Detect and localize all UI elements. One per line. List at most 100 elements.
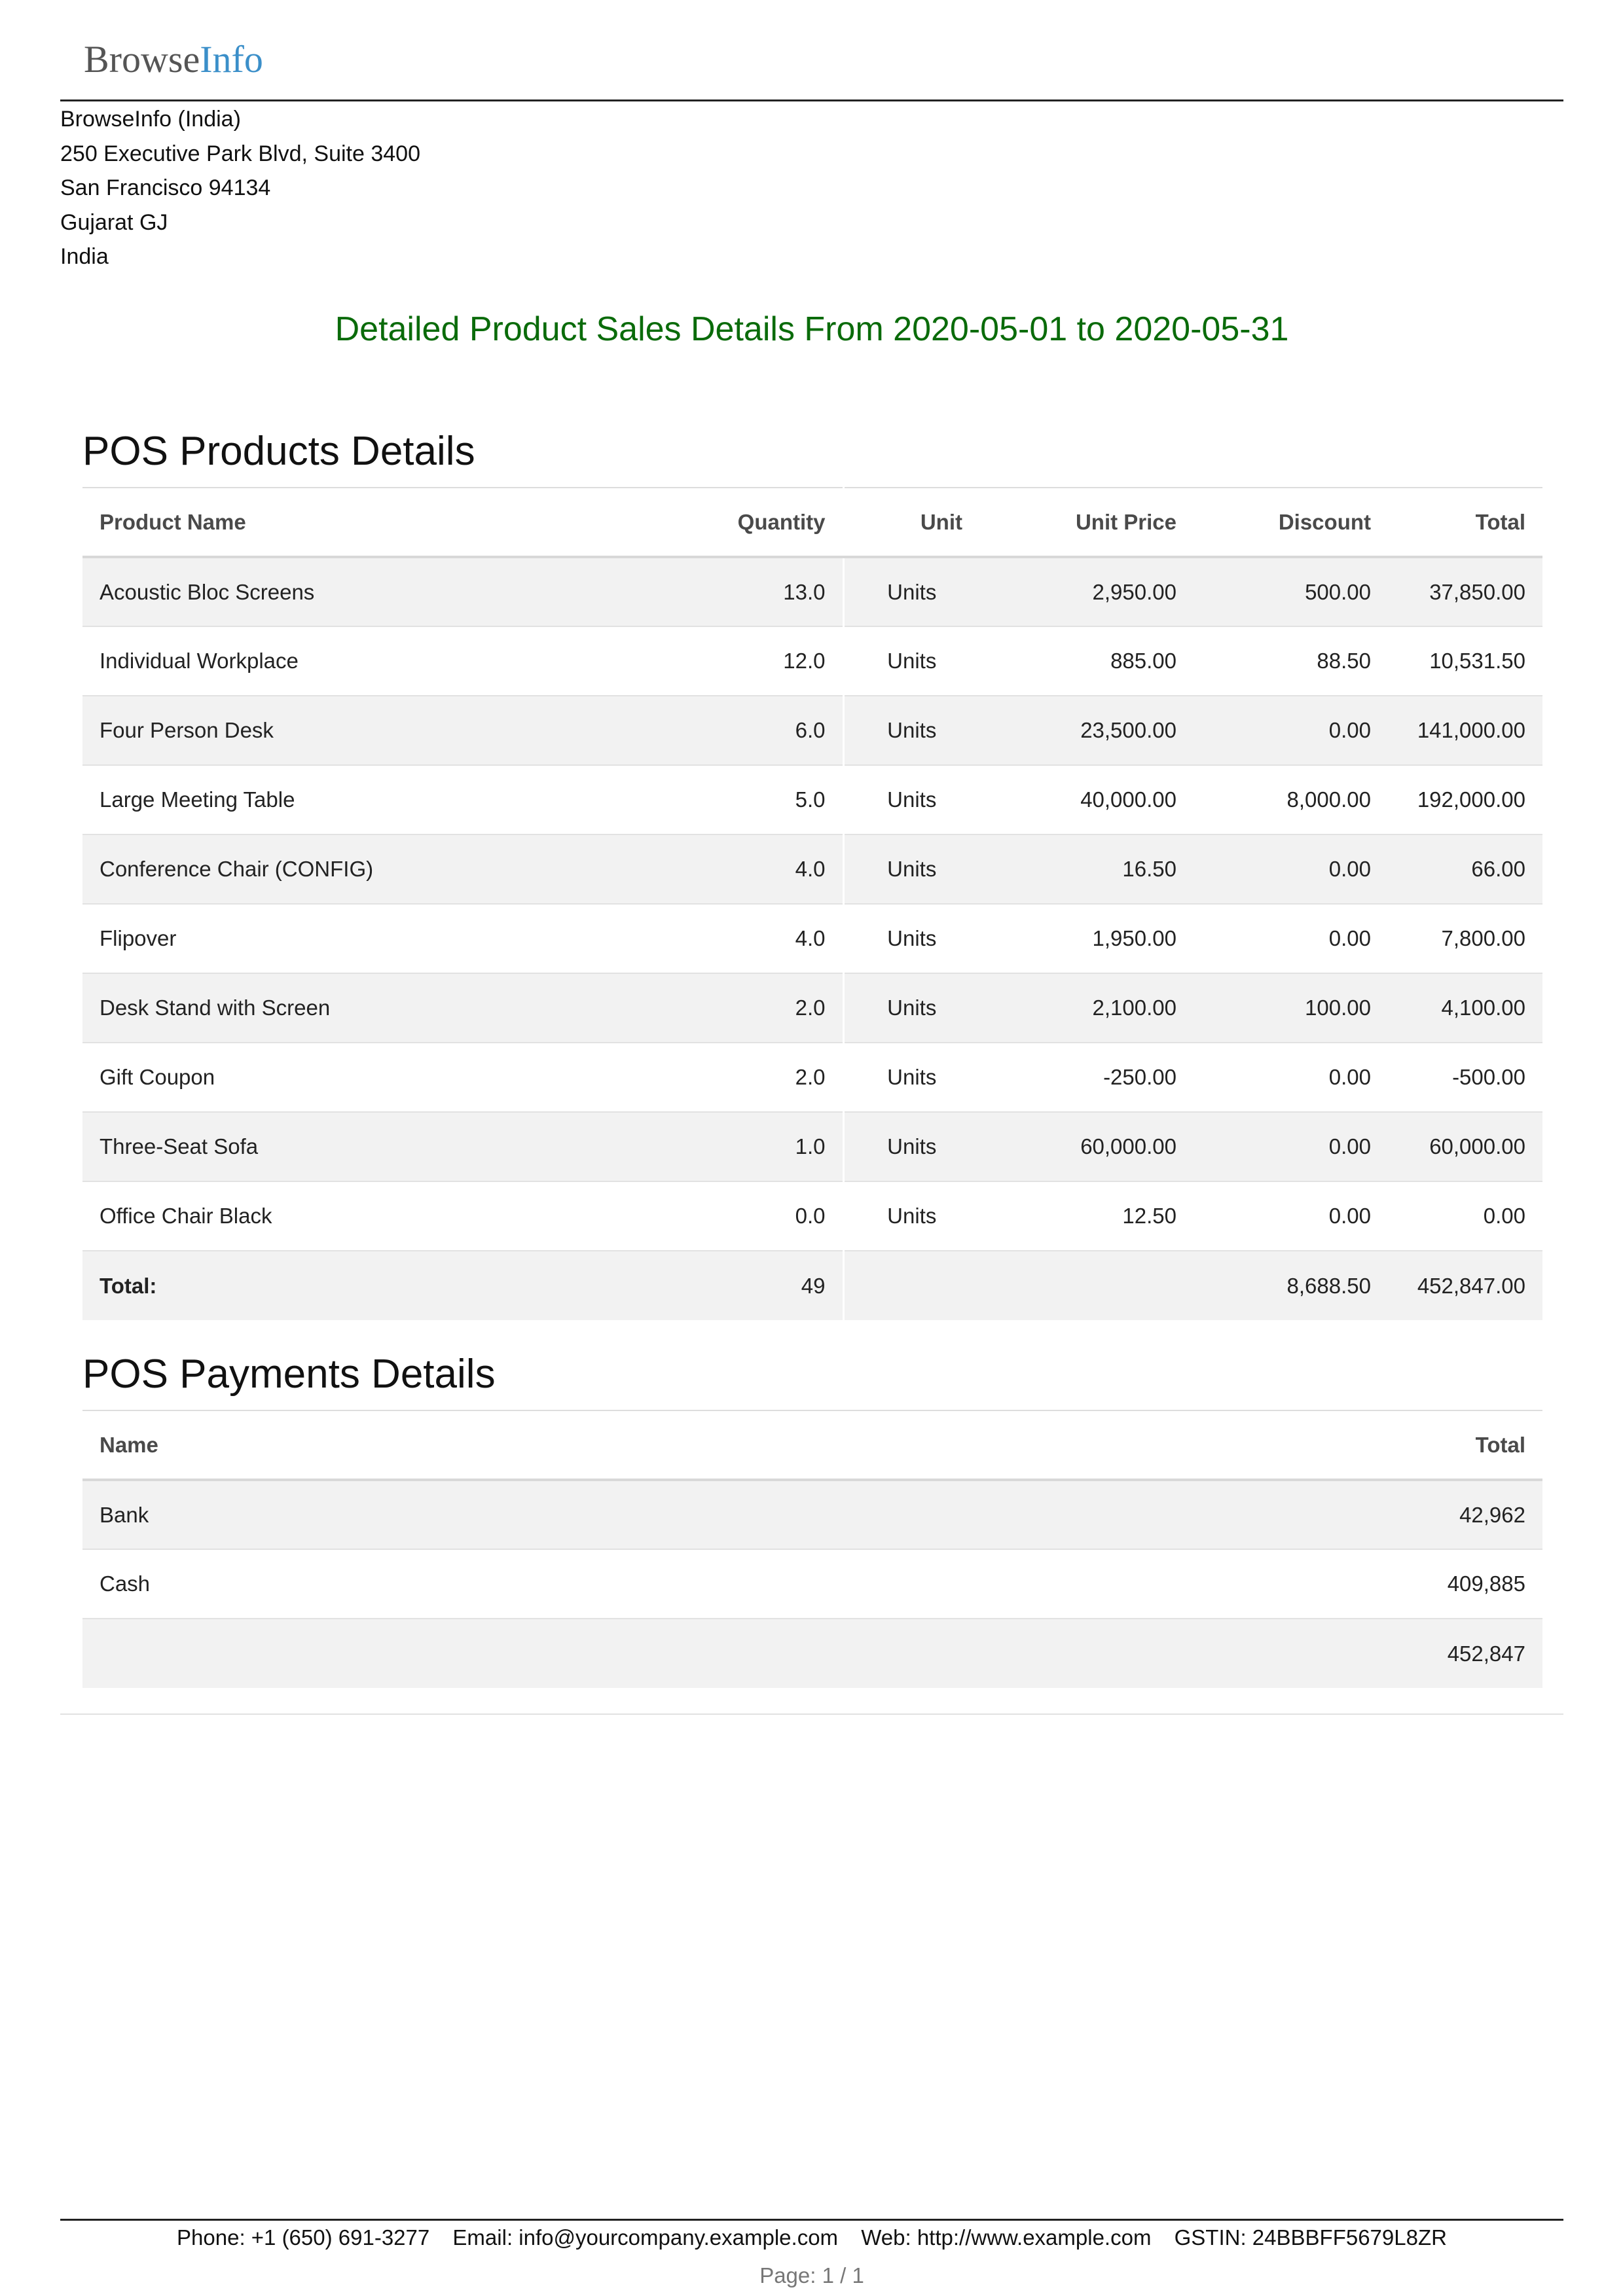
quantity-cell: 12.0 — [626, 626, 843, 696]
page-number: Page: 1 / 1 — [759, 2263, 864, 2287]
total-unit-cell-empty — [842, 1250, 979, 1320]
quantity-cell: 5.0 — [626, 764, 843, 834]
quantity-cell: 2.0 — [626, 973, 843, 1043]
total-cell: 192,000.00 — [1388, 764, 1542, 834]
unit-cell: Units — [842, 1042, 979, 1112]
products-total-row: Total: 49 8,688.50 452,847.00 — [82, 1250, 1542, 1320]
column-header-product-name: Product Name — [82, 487, 626, 558]
address-line-street: 250 Executive Park Blvd, Suite 3400 — [60, 141, 420, 166]
quantity-cell: 4.0 — [626, 903, 843, 973]
table-row: Acoustic Bloc Screens 13.0 Units 2,950.0… — [82, 556, 1542, 626]
total-cell: 0.00 — [1388, 1181, 1542, 1251]
unit-cell: Units — [842, 1181, 979, 1251]
unit-cell: Units — [842, 834, 979, 904]
unit-cell: Units — [842, 973, 979, 1043]
footer-gstin: GSTIN: 24BBBFF5679L8ZR — [1174, 2225, 1447, 2250]
product-name-cell: Gift Coupon — [82, 1042, 626, 1112]
table-row: Large Meeting Table 5.0 Units 40,000.00 … — [82, 764, 1542, 834]
column-header-payment-name: Name — [82, 1410, 934, 1481]
quantity-cell: 6.0 — [626, 695, 843, 765]
quantity-cell: 0.0 — [626, 1181, 843, 1251]
address-line-city: San Francisco 94134 — [60, 175, 271, 200]
unit-price-cell: 60,000.00 — [979, 1111, 1194, 1181]
discount-cell: 0.00 — [1194, 1042, 1388, 1112]
unit-price-cell: 1,950.00 — [979, 903, 1194, 973]
unit-cell: Units — [842, 1111, 979, 1181]
footer-email: Email: info@yourcompany.example.com — [452, 2225, 839, 2250]
discount-cell: 0.00 — [1194, 695, 1388, 765]
table-row: Three-Seat Sofa 1.0 Units 60,000.00 0.00… — [82, 1111, 1542, 1181]
total-discount-cell: 8,688.50 — [1194, 1250, 1388, 1320]
unit-price-cell: 23,500.00 — [979, 695, 1194, 765]
unit-cell: Units — [842, 903, 979, 973]
quantity-cell: 4.0 — [626, 834, 843, 904]
column-header-payment-total: Total — [934, 1410, 1542, 1481]
address-line-state: Gujarat GJ — [60, 209, 168, 235]
payment-method-cell: Cash — [82, 1549, 934, 1619]
total-unit-price-cell-empty — [979, 1250, 1194, 1320]
total-cell: 10,531.50 — [1388, 626, 1542, 696]
table-row: Conference Chair (CONFIG) 4.0 Units 16.5… — [82, 834, 1542, 904]
product-name-cell: Office Chair Black — [82, 1181, 626, 1251]
discount-cell: 0.00 — [1194, 903, 1388, 973]
discount-cell: 0.00 — [1194, 1181, 1388, 1251]
unit-price-cell: -250.00 — [979, 1042, 1194, 1112]
report-title: Detailed Product Sales Details From 2020… — [335, 310, 1289, 348]
column-header-total: Total — [1388, 487, 1542, 558]
table-row: 452,847 — [82, 1618, 1542, 1688]
total-cell: 37,850.00 — [1388, 556, 1542, 626]
unit-price-cell: 16.50 — [979, 834, 1194, 904]
discount-cell: 0.00 — [1194, 834, 1388, 904]
unit-price-cell: 12.50 — [979, 1181, 1194, 1251]
grand-total-cell: 452,847.00 — [1388, 1250, 1542, 1320]
company-address: BrowseInfo (India) 250 Executive Park Bl… — [60, 102, 420, 274]
discount-cell: 100.00 — [1194, 973, 1388, 1043]
payment-total-cell: 42,962 — [934, 1479, 1542, 1549]
payments-grand-total-cell: 452,847 — [934, 1618, 1542, 1688]
payment-total-cell: 409,885 — [934, 1549, 1542, 1619]
company-logo: BrowseInfo — [84, 37, 263, 82]
product-name-cell: Individual Workplace — [82, 626, 626, 696]
logo-text-part2: Info — [200, 38, 263, 81]
product-name-cell: Conference Chair (CONFIG) — [82, 834, 626, 904]
payment-method-cell — [82, 1618, 934, 1688]
total-cell: 4,100.00 — [1388, 973, 1542, 1043]
column-header-quantity: Quantity — [626, 487, 843, 558]
total-cell: 141,000.00 — [1388, 695, 1542, 765]
total-label: Total: — [82, 1250, 626, 1320]
quantity-cell: 1.0 — [626, 1111, 843, 1181]
total-cell: 7,800.00 — [1388, 903, 1542, 973]
discount-cell: 0.00 — [1194, 1111, 1388, 1181]
total-cell: 66.00 — [1388, 834, 1542, 904]
discount-cell: 88.50 — [1194, 626, 1388, 696]
content-end-divider — [60, 1713, 1563, 1715]
product-name-cell: Four Person Desk — [82, 695, 626, 765]
unit-price-cell: 40,000.00 — [979, 764, 1194, 834]
quantity-cell: 13.0 — [626, 556, 843, 626]
table-row: Bank 42,962 — [82, 1479, 1542, 1549]
table-row: Individual Workplace 12.0 Units 885.00 8… — [82, 626, 1542, 696]
address-line-country: India — [60, 244, 109, 269]
column-header-discount: Discount — [1194, 487, 1388, 558]
total-quantity-cell: 49 — [626, 1250, 843, 1320]
footer-divider — [60, 2219, 1563, 2221]
unit-price-cell: 885.00 — [979, 626, 1194, 696]
table-row: Desk Stand with Screen 2.0 Units 2,100.0… — [82, 973, 1542, 1043]
total-cell: 60,000.00 — [1388, 1111, 1542, 1181]
payment-method-cell: Bank — [82, 1479, 934, 1549]
discount-cell: 8,000.00 — [1194, 764, 1388, 834]
product-name-cell: Desk Stand with Screen — [82, 973, 626, 1043]
discount-cell: 500.00 — [1194, 556, 1388, 626]
unit-price-cell: 2,100.00 — [979, 973, 1194, 1043]
products-table: Product Name Quantity Unit Unit Price Di… — [82, 487, 1542, 1320]
footer-web: Web: http://www.example.com — [861, 2225, 1152, 2250]
quantity-cell: 2.0 — [626, 1042, 843, 1112]
product-name-cell: Three-Seat Sofa — [82, 1111, 626, 1181]
unit-cell: Units — [842, 556, 979, 626]
unit-cell: Units — [842, 695, 979, 765]
table-row: Four Person Desk 6.0 Units 23,500.00 0.0… — [82, 695, 1542, 765]
product-name-cell: Flipover — [82, 903, 626, 973]
products-header-row: Product Name Quantity Unit Unit Price Di… — [82, 487, 1542, 558]
payments-header-row: Name Total — [82, 1410, 1542, 1481]
total-cell: -500.00 — [1388, 1042, 1542, 1112]
